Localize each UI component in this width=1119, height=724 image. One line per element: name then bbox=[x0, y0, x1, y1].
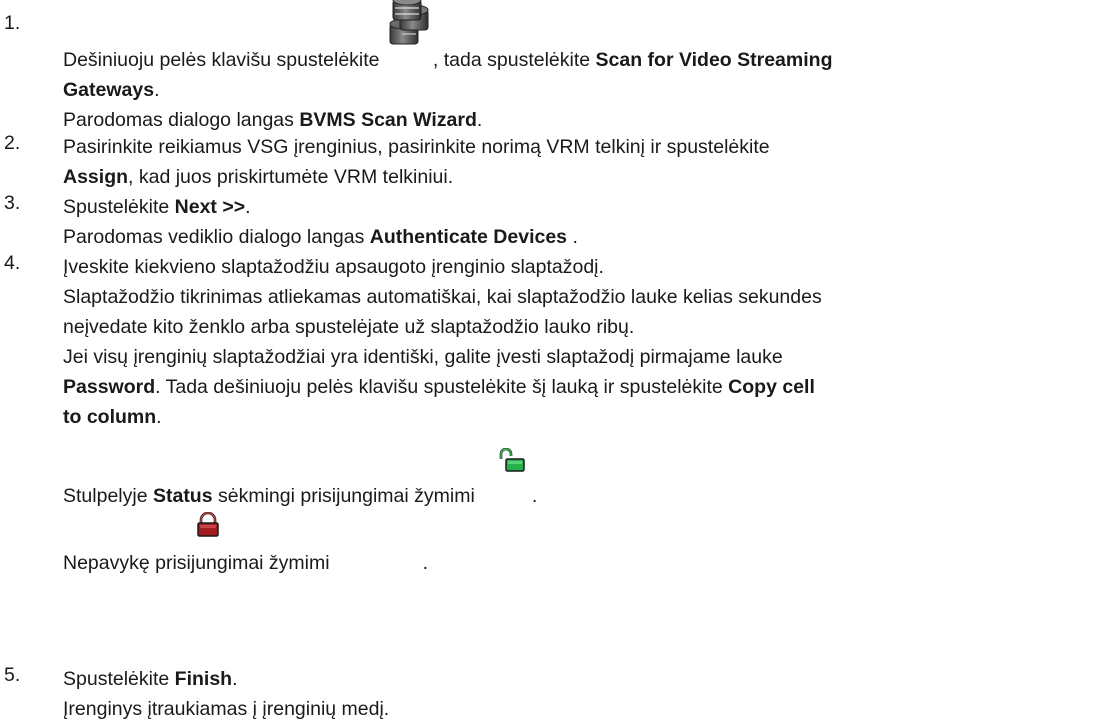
step-line: Dešiniuoju pelės klavišu spustelėkite , … bbox=[63, 0, 1119, 75]
step-line: Password. Tada dešiniuoju pelės klavišu … bbox=[63, 376, 815, 398]
step-number: 2. bbox=[4, 132, 21, 154]
step-2: 2. Pasirinkite reikiamus VSG įrenginius,… bbox=[0, 132, 1119, 192]
step-line: Parodomas dialogo langas BVMS Scan Wizar… bbox=[63, 109, 483, 131]
step-line-fail: Nepavykę prisijungimai žymimi . bbox=[63, 512, 1119, 578]
step-3: 3. Spustelėkite Next >>. Parodomas vedik… bbox=[0, 192, 1119, 252]
step-line: Įveskite kiekvieno slaptažodžiu apsaugot… bbox=[63, 256, 604, 278]
step-5: 5. Spustelėkite Finish. Įrenginys įtrauk… bbox=[0, 664, 1119, 724]
step-number: 4. bbox=[4, 252, 21, 274]
step-number: 3. bbox=[4, 192, 21, 214]
step-line: to column. bbox=[63, 406, 162, 428]
step-line: Įrenginys įtraukiamas į įrenginių medį. bbox=[63, 698, 390, 720]
step-1: 1. Dešiniuoju pelės klavišu spustelėkite bbox=[0, 0, 1119, 135]
step-number: 1. bbox=[4, 12, 21, 34]
step-line: Gateways. bbox=[63, 79, 160, 101]
step-line-success: Stulpelyje Status sėkmingi prisijungimai… bbox=[63, 448, 1119, 511]
step-line: Parodomas vediklio dialogo langas Authen… bbox=[63, 226, 578, 248]
step-line: neįvedate kito ženklo arba spustelėjate … bbox=[63, 316, 635, 338]
step-line: Jei visų įrenginių slaptažodžiai yra ide… bbox=[63, 346, 783, 368]
step-line: Assign, kad juos priskirtumėte VRM telki… bbox=[63, 166, 454, 188]
server-database-icon bbox=[387, 0, 431, 52]
locked-padlock-red-icon bbox=[196, 512, 327, 569]
step-line: Spustelėkite Next >>. bbox=[63, 196, 251, 218]
step-line: Pasirinkite reikiamus VSG įrenginius, pa… bbox=[63, 136, 770, 158]
step-line: Slaptažodžio tikrinimas atliekamas autom… bbox=[63, 286, 822, 308]
step-4: 4. Įveskite kiekvieno slaptažodžiu apsau… bbox=[0, 252, 1119, 578]
unlocked-padlock-green-icon bbox=[499, 448, 532, 502]
step-number: 5. bbox=[4, 664, 21, 686]
step-line: Spustelėkite Finish. bbox=[63, 668, 238, 690]
